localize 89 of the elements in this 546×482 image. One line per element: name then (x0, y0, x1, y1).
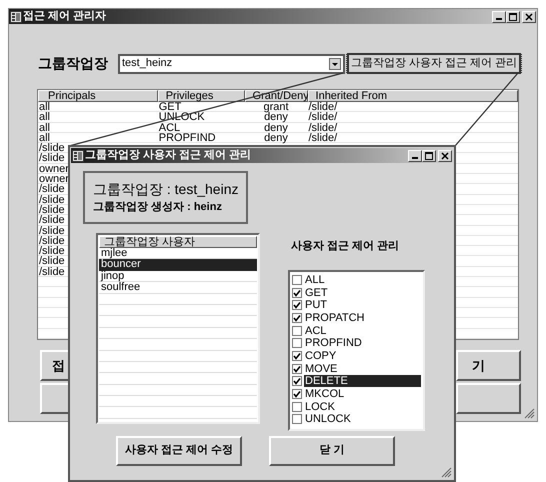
manage-button[interactable]: 그룹작업장 사용자 접근 제어 관리 (347, 53, 521, 74)
window-title: 그룹작업장 사용자 접근 제어 관리 (85, 150, 252, 161)
checkbox[interactable] (292, 312, 302, 323)
close-dialog-button[interactable]: 닫 기 (269, 436, 395, 466)
table-cell: /slide/ (308, 122, 338, 134)
table-cell: /slide (39, 183, 65, 196)
creator-info: 그룹작업장 생성자 : heinz (93, 202, 223, 213)
checkbox[interactable] (292, 326, 302, 336)
close-button[interactable] (438, 150, 452, 162)
table-cell: owner (39, 162, 69, 175)
minimize-button[interactable] (492, 10, 506, 22)
combo-value: test_heinz (122, 56, 174, 72)
workspace-info: 그룹작업장 : test_heinz (93, 182, 240, 196)
minimize-icon (412, 157, 418, 159)
table-cell: grant (263, 101, 289, 113)
close-icon (441, 152, 449, 160)
table-cell: deny (264, 122, 288, 134)
app-icon (10, 10, 22, 22)
table-cell: /slide (39, 234, 65, 247)
checkbox[interactable] (292, 364, 302, 374)
maximize-button[interactable] (506, 10, 520, 22)
minimize-button[interactable] (408, 150, 422, 162)
checkbox[interactable] (292, 389, 302, 400)
app-icon (72, 150, 84, 162)
column-header[interactable]: Privileges (158, 90, 245, 102)
resize-grip-icon (441, 467, 452, 478)
checkbox[interactable] (292, 376, 302, 386)
push-button[interactable]: 기 (456, 350, 521, 381)
privilege-item[interactable]: MOVE (304, 362, 421, 375)
table-cell: all (39, 101, 50, 113)
table-cell: PROPFIND (158, 132, 216, 144)
column-header[interactable]: Principals (38, 90, 158, 102)
table-cell: deny (264, 111, 288, 124)
privilege-item[interactable]: PROPFIND (304, 337, 421, 350)
table-cell: all (39, 111, 50, 124)
table-cell: /slide (39, 142, 65, 154)
privilege-item[interactable]: PUT (304, 299, 421, 312)
table-cell: all (39, 122, 50, 134)
table-cell: /slide (39, 152, 65, 164)
checkbox[interactable] (292, 402, 302, 412)
minimize-icon (496, 18, 502, 20)
table-cell: /slide/ (308, 132, 338, 144)
user-item[interactable]: soulfree (99, 282, 257, 294)
table-cell: /slide/ (308, 111, 338, 124)
edit-access-button[interactable]: 사용자 접근 제어 수정 (116, 436, 242, 466)
privilege-item[interactable]: PROPATCH (304, 312, 421, 324)
table-cell: /slide (39, 194, 65, 206)
checkbox[interactable] (292, 350, 302, 361)
close-icon (525, 12, 533, 20)
close-button[interactable] (522, 10, 536, 22)
table-cell: owner (39, 173, 69, 186)
maximize-icon (425, 152, 433, 160)
privilege-item[interactable]: COPY (304, 350, 421, 362)
window-title: 접근 제어 관리자 (23, 11, 108, 22)
table-cell: /slide (39, 204, 65, 216)
privilege-item[interactable]: DELETE (304, 375, 421, 388)
checkbox[interactable] (292, 300, 302, 310)
workspace-label: 그룹작업장 (38, 54, 109, 73)
privilege-item[interactable]: ALL (304, 274, 421, 286)
resize-grip-icon (524, 408, 535, 419)
user-item[interactable]: bouncer (99, 259, 257, 271)
table-cell: /slide (39, 245, 65, 258)
privileges-label: 사용자 접근 제어 관리 (291, 239, 400, 254)
table-cell: all (39, 132, 50, 144)
privilege-item[interactable]: LOCK (304, 400, 421, 413)
checkbox[interactable] (292, 414, 302, 424)
table-cell: ACL (158, 122, 180, 134)
checkbox[interactable] (292, 338, 302, 348)
push-button[interactable] (456, 383, 521, 414)
table-cell: deny (264, 132, 288, 144)
checkbox[interactable] (292, 274, 302, 285)
users-listbox[interactable]: 그룹작업장 사용자 mjlee bouncer jinop soulfree (96, 233, 260, 424)
table-cell: /slide (39, 266, 65, 278)
privilege-item[interactable]: MKCOL (304, 388, 421, 400)
privilege-item[interactable]: UNLOCK (304, 413, 421, 426)
checkbox[interactable] (292, 288, 302, 298)
maximize-button[interactable] (422, 150, 436, 162)
table-cell: GET (158, 101, 182, 113)
maximize-icon (509, 12, 517, 20)
table-cell: /slide (39, 214, 65, 226)
column-header[interactable]: Inherited From (308, 90, 518, 102)
table-cell: /slide (39, 224, 65, 237)
list-header[interactable]: 그룹작업장 사용자 (99, 236, 257, 248)
privilege-item[interactable]: ACL (304, 324, 421, 337)
user-item[interactable]: jinop (99, 270, 257, 282)
privilege-item[interactable]: GET (304, 286, 421, 299)
table-cell: /slide (39, 255, 65, 268)
table-cell: /slide/ (308, 101, 338, 113)
workspace-combo[interactable]: test_heinz (118, 54, 345, 74)
